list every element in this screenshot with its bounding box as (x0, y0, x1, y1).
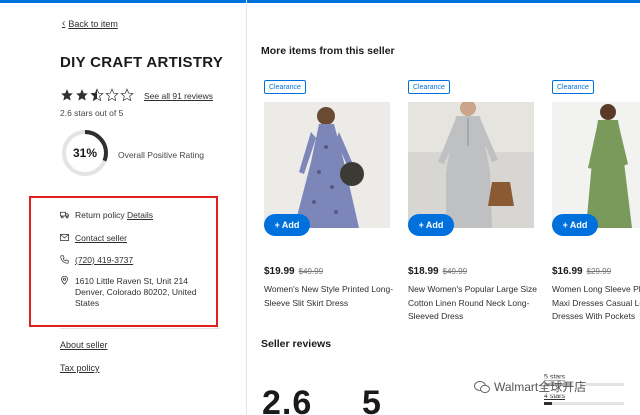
add-button-label: Add (281, 220, 300, 230)
add-to-cart-button[interactable]: + Add (408, 214, 454, 236)
star-full-icon (61, 89, 73, 101)
star-rating (60, 88, 134, 102)
seller-reviews-title: Seller reviews (261, 338, 332, 350)
phone-icon (60, 255, 69, 264)
product-price: $19.99 $49.99 (264, 266, 323, 277)
star-full-icon (76, 89, 88, 101)
divider (60, 328, 220, 329)
envelope-icon (60, 234, 69, 241)
tax-policy-link[interactable]: Tax policy (60, 363, 100, 373)
contact-seller-link[interactable]: Contact seller (75, 233, 127, 243)
product-price: $18.99 $49.99 (408, 266, 467, 277)
current-price: $19.99 (264, 266, 295, 277)
plus-icon: + (418, 220, 424, 230)
star-empty-icon (120, 88, 134, 102)
add-to-cart-button[interactable]: + Add (264, 214, 310, 236)
address-row: 1610 Little Raven St, Unit 214 Denver, C… (60, 276, 205, 309)
product-title[interactable]: Women's New Style Printed Long-Sleeve Sl… (264, 283, 394, 310)
return-policy-details-link[interactable]: Details (127, 210, 153, 220)
watermark-text: Walmart全球开店 (494, 380, 587, 394)
back-to-item-link[interactable]: ‹ Back to item (62, 18, 118, 29)
add-button-label: Add (425, 220, 444, 230)
return-policy-label: Return policy (75, 210, 125, 220)
about-seller-link[interactable]: About seller (60, 340, 108, 350)
product-price: $16.99 $29.99 (552, 266, 611, 277)
star-bar-4 (544, 402, 624, 405)
product-image[interactable] (264, 102, 390, 228)
was-price: $49.99 (442, 267, 468, 276)
was-price: $49.99 (298, 267, 324, 276)
dress-photo-illustration (264, 102, 390, 228)
was-price: $29.99 (586, 267, 612, 276)
wechat-icon (474, 380, 490, 393)
chevron-left-icon: ‹ (62, 18, 66, 29)
back-to-item-label: Back to item (68, 18, 118, 29)
clearance-badge: Clearance (264, 80, 306, 94)
add-button-label: Add (569, 220, 588, 230)
phone-row[interactable]: (720) 419-3737 (60, 255, 133, 265)
product-card[interactable]: Clearance + Add $16.99 $29.99 Women Long S… (549, 80, 640, 330)
stars-out-of-text: 2.6 stars out of 5 (60, 108, 124, 118)
product-card[interactable]: Clearance + Add $18.99 $49.99 New Women's … (405, 80, 540, 330)
clearance-badge: Clearance (408, 80, 450, 94)
dress-photo-illustration (408, 102, 534, 228)
product-card[interactable]: Clearance + Add $19.99 $49.99 Women's New … (261, 80, 396, 330)
contact-seller-row[interactable]: Contact seller (60, 233, 127, 243)
more-items-title: More items from this seller (261, 45, 395, 57)
see-all-reviews-link[interactable]: See all 91 reviews (144, 91, 213, 101)
seller-name: DIY CRAFT ARTISTRY (60, 54, 224, 71)
positive-rating-percent: 31% (72, 146, 98, 160)
positive-rating-label: Overall Positive Rating (118, 150, 204, 160)
truck-icon (60, 211, 69, 219)
phone-number-link[interactable]: (720) 419-3737 (75, 255, 133, 265)
average-rating-number: 2.6 (262, 384, 313, 415)
add-to-cart-button[interactable]: + Add (552, 214, 598, 236)
seller-sidebar: ‹ Back to item DIY CRAFT ARTISTRY See al… (0, 0, 247, 415)
current-price: $18.99 (408, 266, 439, 277)
product-image[interactable] (552, 102, 640, 228)
seller-address: 1610 Little Raven St, Unit 214 Denver, C… (75, 276, 197, 308)
plus-icon: + (562, 220, 568, 230)
wechat-watermark: Walmart全球开店 (474, 378, 587, 395)
star-half-icon (90, 88, 104, 102)
location-pin-icon (61, 276, 68, 285)
product-title[interactable]: New Women's Popular Large Size Cotton Li… (408, 283, 538, 324)
star-empty-icon (105, 88, 119, 102)
return-policy-row: Return policy Details (60, 210, 153, 220)
product-title[interactable]: Women Long Sleeve Plain Maxi Dresses Cas… (552, 283, 640, 324)
plus-icon: + (274, 220, 280, 230)
clearance-badge: Clearance (552, 80, 594, 94)
dress-photo-illustration (552, 102, 640, 228)
current-price: $16.99 (552, 266, 583, 277)
product-image[interactable] (408, 102, 534, 228)
rating-max-number: 5 (362, 384, 381, 415)
